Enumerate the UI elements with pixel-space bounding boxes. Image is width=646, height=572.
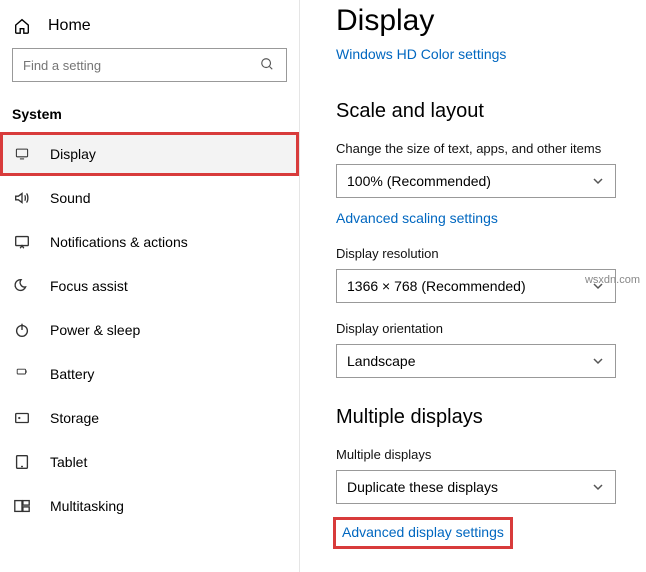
orientation-label: Display orientation: [336, 321, 634, 336]
sidebar-item-label: Battery: [50, 366, 94, 382]
tablet-icon: [12, 452, 32, 472]
home-label: Home: [48, 17, 91, 35]
orientation-select[interactable]: Landscape: [336, 344, 616, 378]
sidebar-item-notifications[interactable]: Notifications & actions: [0, 220, 299, 264]
home-icon: [12, 16, 32, 36]
resolution-label: Display resolution: [336, 246, 634, 261]
multiple-displays-value: Duplicate these displays: [347, 479, 498, 495]
notifications-icon: [12, 232, 32, 252]
multiple-displays-heading: Multiple displays: [336, 406, 634, 429]
page-title: Display: [336, 0, 634, 38]
search-input-wrapper[interactable]: [12, 48, 287, 82]
multitasking-icon: [12, 496, 32, 516]
text-size-select[interactable]: 100% (Recommended): [336, 164, 616, 198]
section-system: System: [0, 90, 299, 132]
advanced-scaling-link[interactable]: Advanced scaling settings: [336, 210, 498, 226]
sidebar-item-display[interactable]: Display: [0, 132, 299, 176]
battery-icon: [12, 364, 32, 384]
hd-color-link[interactable]: Windows HD Color settings: [336, 46, 506, 62]
advanced-display-highlight: Advanced display settings: [336, 520, 510, 546]
text-size-value: 100% (Recommended): [347, 173, 491, 189]
focus-assist-icon: [12, 276, 32, 296]
orientation-value: Landscape: [347, 353, 416, 369]
resolution-select[interactable]: 1366 × 768 (Recommended): [336, 269, 616, 303]
multiple-displays-select[interactable]: Duplicate these displays: [336, 470, 616, 504]
sound-icon: [12, 188, 32, 208]
home-button[interactable]: Home: [0, 8, 299, 48]
sidebar-item-label: Power & sleep: [50, 322, 140, 338]
watermark: wsxdn.com: [585, 274, 640, 286]
display-icon: [12, 144, 32, 164]
sidebar: Home System Display Sound Notifications …: [0, 0, 300, 572]
sidebar-item-label: Sound: [50, 190, 90, 206]
sidebar-item-label: Multitasking: [50, 498, 124, 514]
sidebar-item-multitasking[interactable]: Multitasking: [0, 484, 299, 528]
sidebar-item-storage[interactable]: Storage: [0, 396, 299, 440]
chevron-down-icon: [591, 174, 605, 188]
search-input[interactable]: [23, 58, 260, 73]
multiple-displays-label: Multiple displays: [336, 447, 634, 462]
sidebar-item-label: Storage: [50, 410, 99, 426]
search-icon: [260, 57, 276, 73]
text-size-label: Change the size of text, apps, and other…: [336, 141, 634, 156]
chevron-down-icon: [591, 480, 605, 494]
resolution-value: 1366 × 768 (Recommended): [347, 278, 526, 294]
power-icon: [12, 320, 32, 340]
chevron-down-icon: [591, 354, 605, 368]
main-content: Display Windows HD Color settings Scale …: [300, 0, 646, 572]
sidebar-item-label: Focus assist: [50, 278, 128, 294]
sidebar-item-label: Notifications & actions: [50, 234, 188, 250]
search-container: [0, 48, 299, 90]
storage-icon: [12, 408, 32, 428]
sidebar-item-power-sleep[interactable]: Power & sleep: [0, 308, 299, 352]
advanced-display-link[interactable]: Advanced display settings: [342, 524, 504, 540]
sidebar-item-label: Tablet: [50, 454, 87, 470]
sidebar-item-focus-assist[interactable]: Focus assist: [0, 264, 299, 308]
sidebar-item-tablet[interactable]: Tablet: [0, 440, 299, 484]
sidebar-item-label: Display: [50, 146, 96, 162]
sidebar-item-battery[interactable]: Battery: [0, 352, 299, 396]
scale-layout-heading: Scale and layout: [336, 100, 634, 123]
sidebar-item-sound[interactable]: Sound: [0, 176, 299, 220]
